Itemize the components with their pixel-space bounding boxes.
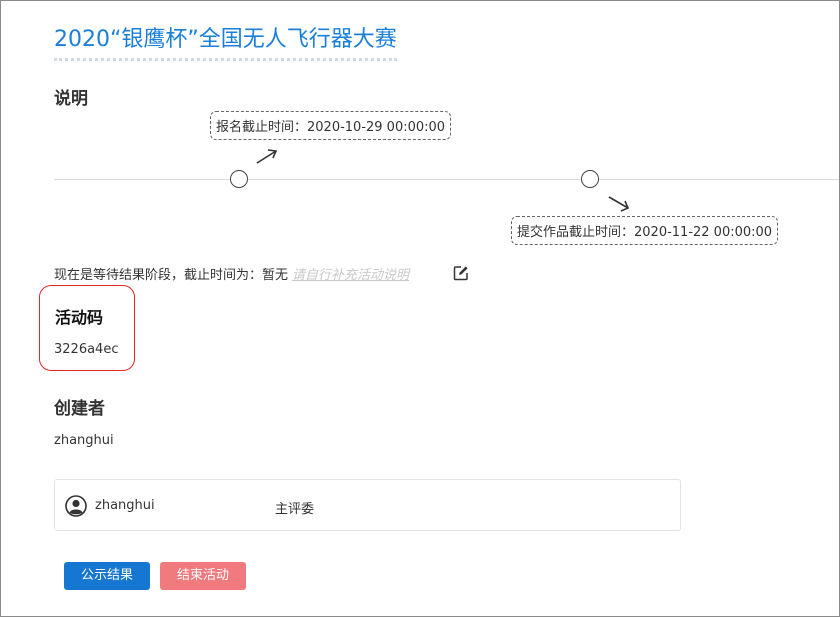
arrow-up-right-icon (256, 149, 278, 164)
timeline-registration-deadline: 报名截止时间：2020-10-29 00:00:00 (210, 111, 452, 140)
member-name: zhanghui (95, 498, 155, 513)
status-line: 现在是等待结果阶段，截止时间为：暂无 请自行补充活动说明 (54, 264, 409, 283)
arrow-down-right-icon (608, 196, 630, 212)
activity-code-value: 3226a4ec (54, 342, 119, 357)
timeline-node-submission (581, 170, 599, 188)
creator-name: zhanghui (54, 433, 114, 448)
timeline-submission-deadline: 提交作品截止时间：2020-11-22 00:00:00 (511, 216, 779, 245)
user-circle-icon (65, 495, 87, 517)
end-activity-button[interactable]: 结束活动 (160, 562, 246, 590)
member-card: zhanghui 主评委 (54, 479, 681, 531)
publish-results-button[interactable]: 公示结果 (64, 562, 150, 590)
status-text: 现在是等待结果阶段，截止时间为：暂无 (54, 268, 289, 283)
member-role: 主评委 (275, 502, 315, 517)
activity-code-highlight (39, 285, 135, 371)
edit-icon[interactable] (453, 265, 469, 281)
activity-code-label: 活动码 (55, 308, 104, 327)
creator-heading: 创建者 (54, 399, 105, 419)
add-description-link[interactable]: 请自行补充活动说明 (292, 268, 409, 283)
timeline-node-registration (230, 170, 248, 188)
description-heading: 说明 (54, 89, 88, 109)
activity-title: 2020“银鹰杯”全国无人飞行器大赛 (54, 25, 397, 61)
activity-page: 2020“银鹰杯”全国无人飞行器大赛 说明 报名截止时间：2020-10-29 … (0, 0, 840, 617)
timeline-axis (54, 179, 839, 180)
